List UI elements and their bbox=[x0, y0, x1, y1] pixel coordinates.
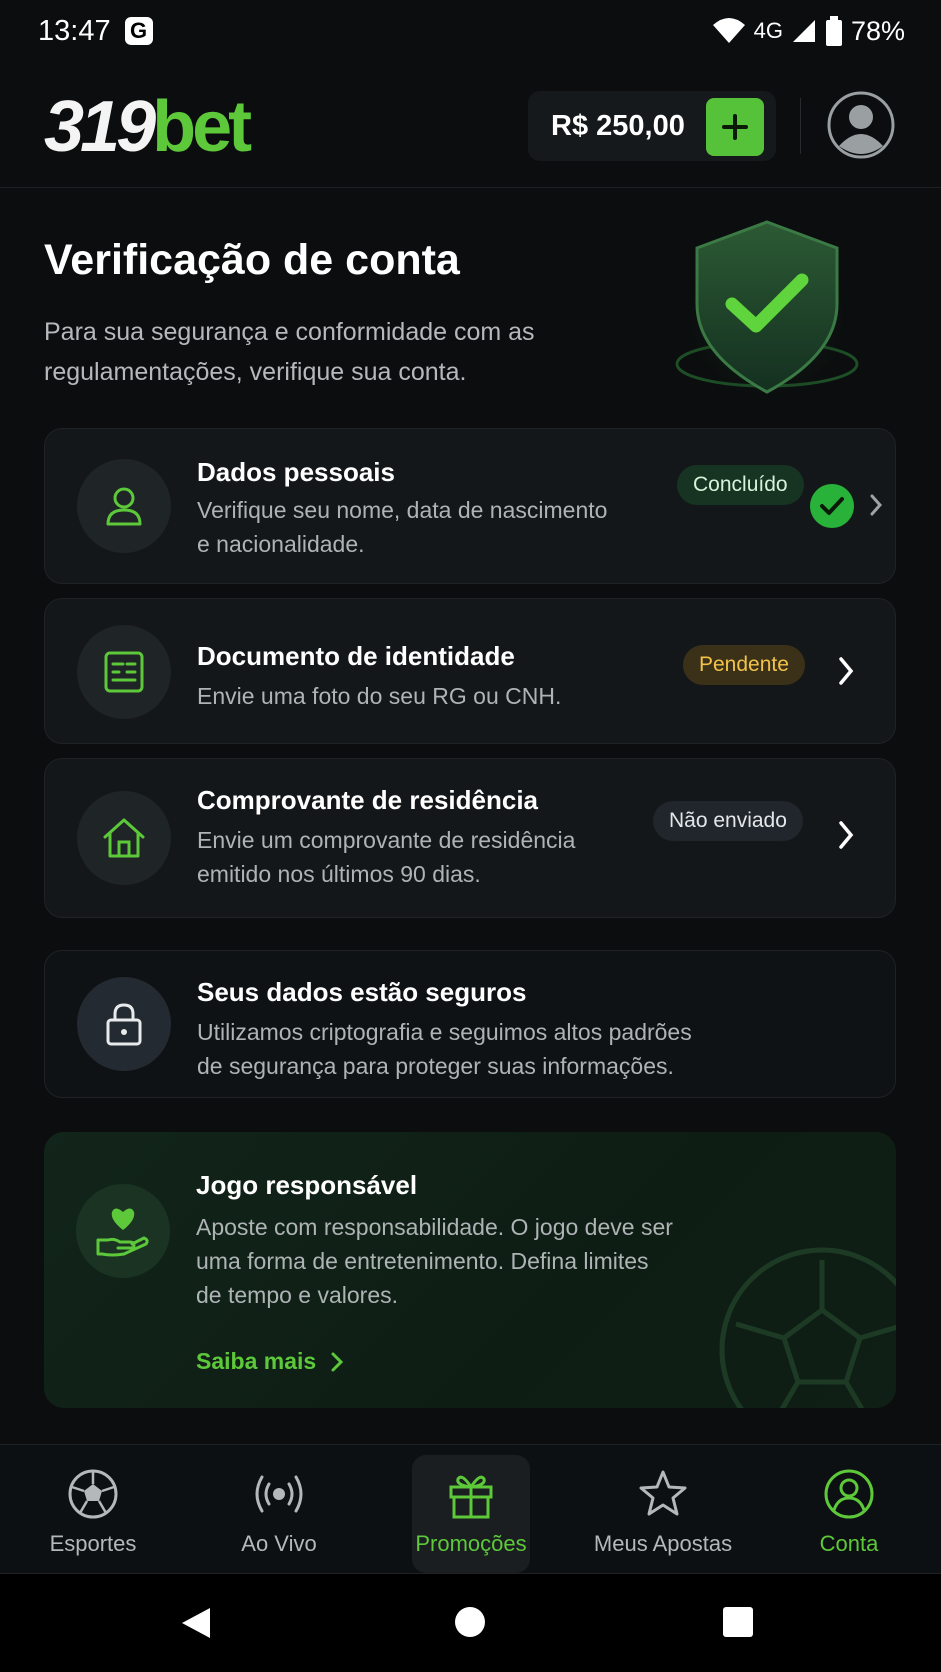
chevron-right-icon bbox=[839, 821, 854, 849]
learn-more-link[interactable]: Saiba mais bbox=[196, 1348, 344, 1375]
responsible-gaming-card: Jogo responsável Aposte com responsabili… bbox=[44, 1132, 896, 1408]
responsible-title: Jogo responsável bbox=[196, 1170, 418, 1200]
back-icon[interactable] bbox=[180, 1606, 212, 1640]
security-description: Utilizamos criptografia e seguimos altos… bbox=[197, 1019, 692, 1079]
status-indicators: 4G 78% bbox=[712, 16, 905, 47]
responsible-description: Aposte com responsabilidade. O jogo deve… bbox=[196, 1214, 673, 1308]
nav-tab-esportes[interactable]: Esportes bbox=[8, 1445, 178, 1575]
status-badge-pending: Pendente bbox=[683, 645, 805, 685]
deposit-button[interactable] bbox=[706, 98, 764, 156]
nav-tab-meus-apostas[interactable]: Meus Apostas bbox=[578, 1445, 748, 1575]
heart-hand-icon bbox=[96, 1208, 149, 1257]
live-broadcast-icon bbox=[255, 1475, 303, 1513]
responsible-icon-wrap bbox=[76, 1184, 170, 1278]
identity-document-description: Envie uma foto do seu RG ou CNH. bbox=[197, 683, 562, 709]
security-info-card: Seus dados estão seguros Utilizamos crip… bbox=[44, 950, 896, 1098]
id-card-icon bbox=[104, 651, 144, 693]
nav-tab-ao-vivo[interactable]: Ao Vivo bbox=[194, 1445, 364, 1575]
nav-label-promocoes: Promoções bbox=[415, 1531, 527, 1556]
profile-avatar-button[interactable] bbox=[826, 90, 896, 160]
verification-item-identity-document[interactable]: Documento de identidade Envie uma foto d… bbox=[44, 598, 896, 744]
personal-data-icon-wrap bbox=[77, 459, 171, 553]
nav-label-ao-vivo: Ao Vivo bbox=[241, 1531, 317, 1556]
star-icon bbox=[639, 1470, 687, 1516]
logo-number: 319 bbox=[44, 87, 156, 167]
status-badge-not-sent: Não enviado bbox=[653, 801, 803, 841]
security-title: Seus dados estão seguros bbox=[197, 977, 527, 1007]
logo-bet: bet bbox=[152, 87, 252, 167]
nav-label-conta: Conta bbox=[819, 1531, 879, 1556]
nav-tab-promocoes[interactable]: Promoções bbox=[386, 1445, 556, 1575]
learn-more-label: Saiba mais bbox=[196, 1348, 317, 1374]
gift-icon bbox=[449, 1475, 493, 1519]
shield-check-icon bbox=[675, 219, 859, 399]
system-navigation-bar bbox=[0, 1574, 941, 1672]
balance-display[interactable]: R$ 250,00 bbox=[528, 91, 776, 161]
personal-data-description: Verifique seu nome, data de nascimento e… bbox=[197, 497, 608, 557]
proof-of-residence-icon-wrap bbox=[77, 791, 171, 885]
status-badge-complete: Concluído bbox=[677, 465, 804, 505]
page-title: Verificação de conta bbox=[44, 236, 460, 284]
chevron-right-icon bbox=[331, 1352, 344, 1371]
status-time: 13:47 bbox=[38, 14, 111, 47]
network-type: 4G bbox=[753, 18, 783, 43]
check-circle-icon bbox=[810, 484, 854, 528]
proof-of-residence-description: Envie um comprovante de residência emiti… bbox=[197, 827, 576, 887]
nav-label-esportes: Esportes bbox=[49, 1531, 137, 1556]
account-icon bbox=[824, 1469, 874, 1519]
lock-icon bbox=[106, 1003, 142, 1046]
security-icon-wrap bbox=[77, 977, 171, 1071]
soccer-ball-watermark-icon bbox=[719, 1247, 896, 1408]
battery-icon bbox=[825, 16, 842, 46]
wifi-icon bbox=[712, 18, 745, 43]
status-bar: 13:47 G 4G 78% bbox=[0, 0, 941, 62]
bottom-navigation: Esportes Ao Vivo Promoções Meus Apostas … bbox=[0, 1444, 941, 1574]
battery-level: 78% bbox=[850, 15, 905, 46]
house-icon bbox=[103, 818, 145, 858]
verification-item-proof-of-residence[interactable]: Comprovante de residência Envie um compr… bbox=[44, 758, 896, 918]
app-header: 319 bet R$ 250,00 bbox=[0, 80, 941, 188]
verification-item-personal-data[interactable]: Dados pessoais Verifique seu nome, data … bbox=[44, 428, 896, 584]
home-icon[interactable] bbox=[454, 1606, 486, 1638]
chevron-right-icon bbox=[839, 657, 854, 685]
nav-tab-conta[interactable]: Conta bbox=[764, 1445, 934, 1575]
identity-document-title: Documento de identidade bbox=[197, 641, 515, 671]
identity-document-icon-wrap bbox=[77, 625, 171, 719]
user-icon bbox=[106, 487, 142, 526]
header-divider bbox=[800, 98, 801, 154]
soccer-ball-icon bbox=[68, 1469, 118, 1519]
chevron-right-icon bbox=[870, 494, 883, 516]
proof-of-residence-title: Comprovante de residência bbox=[197, 785, 538, 815]
page-subtitle: Para sua segurança e conformidade com as… bbox=[44, 318, 535, 386]
avatar-icon bbox=[827, 91, 895, 159]
plus-icon bbox=[722, 114, 748, 140]
personal-data-title: Dados pessoais bbox=[197, 457, 395, 487]
recents-icon[interactable] bbox=[722, 1606, 754, 1638]
brand-logo[interactable]: 319 bet bbox=[44, 87, 252, 167]
nav-label-meus-apostas: Meus Apostas bbox=[593, 1531, 733, 1556]
google-icon: G bbox=[124, 17, 153, 45]
balance-amount: R$ 250,00 bbox=[551, 109, 685, 142]
signal-icon bbox=[792, 20, 815, 42]
